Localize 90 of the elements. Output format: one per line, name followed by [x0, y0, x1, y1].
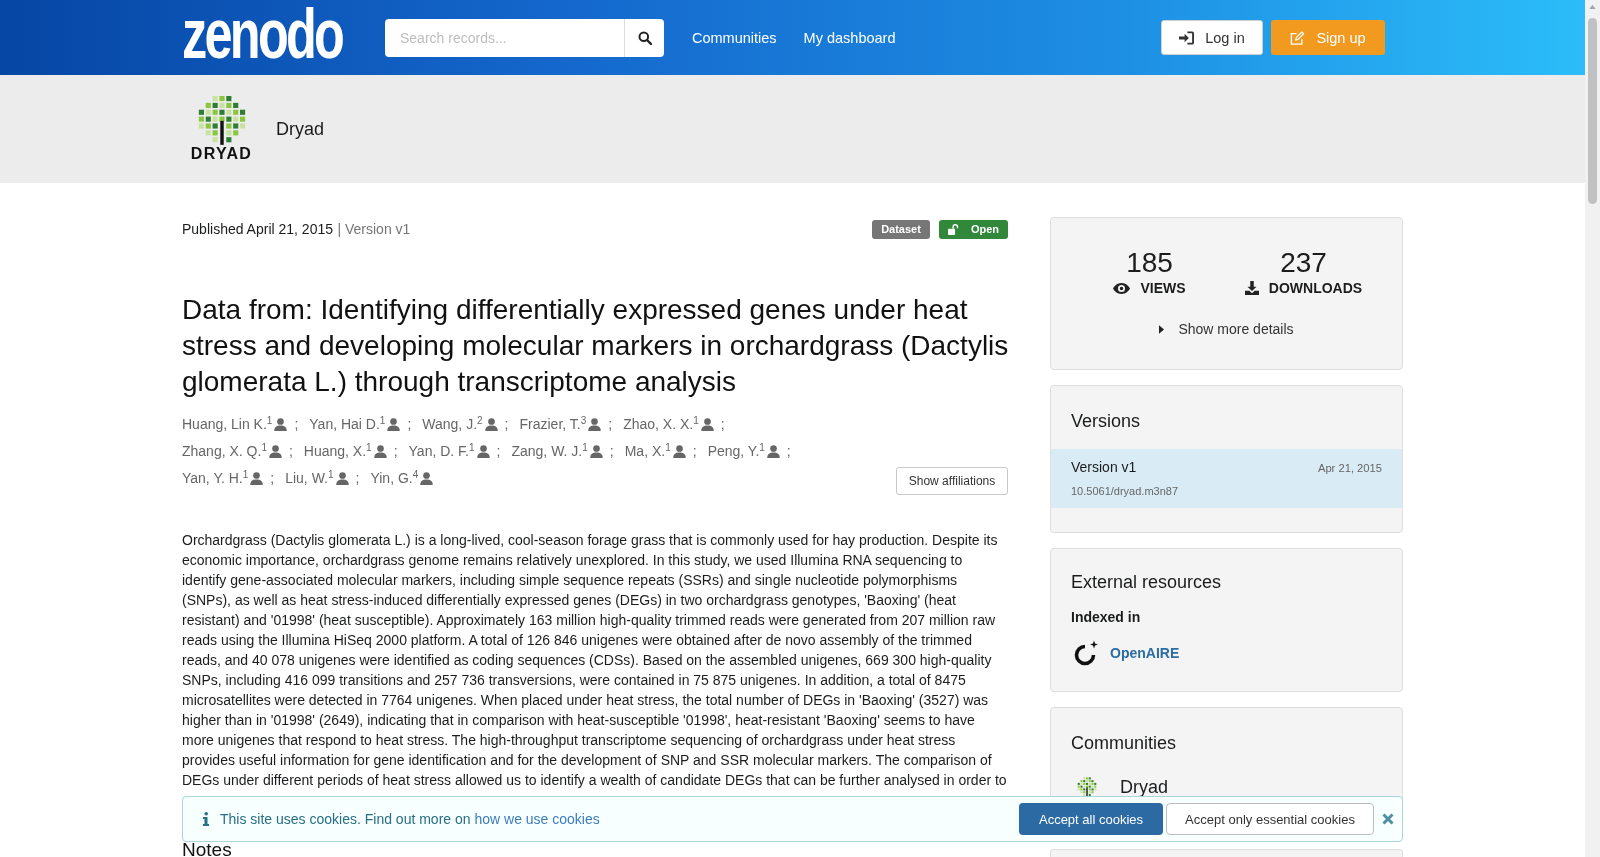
author-name: Zhao, X. X.$^{1}$ — [623, 414, 699, 434]
record-title: Data from: Identifying differentially expressed genes under heat stress and developing molecular markers in orchardgrass (Dactylis glomerata L.) through transcriptome analysis — [182, 293, 1010, 399]
author-name: Zhang, X. Q.$^{1}$ — [182, 441, 267, 461]
author-separator: ; — [393, 442, 398, 461]
cookie-policy-link[interactable]: how we use cookies — [474, 811, 600, 827]
author-name: Peng, Y.$^{1}$ — [707, 441, 765, 461]
person-icon[interactable] — [420, 471, 434, 485]
author-name: Frazier, T.$^{3}$ — [519, 414, 587, 434]
accept-essential-button[interactable]: Accept only essential cookies — [1166, 803, 1374, 835]
close-icon — [1382, 813, 1394, 825]
author-separator: ; — [288, 442, 293, 461]
author-name: Zang, W. J.$^{1}$ — [511, 441, 588, 461]
author-name: Ma, X.$^{1}$ — [624, 441, 671, 461]
show-more-details-toggle[interactable]: Show more details — [1159, 319, 1294, 339]
scrollbar[interactable] — [1585, 0, 1600, 857]
logo-wordmark[interactable]: zenodo — [182, 6, 343, 61]
download-icon — [1244, 281, 1259, 295]
person-icon[interactable] — [274, 417, 288, 431]
author-separator: ; — [407, 415, 412, 434]
author-separator: ; — [504, 415, 509, 434]
person-icon[interactable] — [766, 444, 780, 458]
accept-all-button[interactable]: Accept all cookies — [1019, 803, 1163, 835]
person-icon[interactable] — [268, 444, 282, 458]
community-name[interactable]: Dryad — [276, 118, 324, 140]
author-name: Yin, G.$^{4}$ — [370, 468, 419, 488]
publication-date: Published April 21, 2015 — [182, 221, 333, 237]
stat-value: 237 — [1279, 247, 1328, 279]
stat-label: DOWNLOADS — [1268, 279, 1363, 297]
close-button[interactable] — [1382, 813, 1394, 825]
author-separator: ; — [608, 415, 613, 434]
nav-link[interactable]: My dashboard — [803, 29, 896, 46]
person-icon[interactable] — [335, 471, 349, 485]
version-label: Version v1 — [1071, 458, 1137, 476]
edit-icon — [1290, 30, 1306, 45]
stat-value: 185 — [1125, 247, 1174, 279]
person-icon[interactable] — [588, 417, 602, 431]
access-label: Open — [970, 223, 999, 235]
author-name: Liu, W.$^{1}$ — [285, 468, 334, 488]
logo-text: DRYAD — [190, 145, 253, 163]
person-icon[interactable] — [387, 417, 401, 431]
author-separator: ; — [294, 415, 299, 434]
section-heading: Notes — [182, 843, 233, 857]
author-separator: ; — [609, 442, 614, 461]
scrollbar-thumb[interactable] — [1588, 18, 1597, 204]
author-name: Yan, Hai D.$^{1}$ — [309, 414, 386, 434]
card-heading: Versions — [1070, 410, 1142, 433]
stat-label: VIEWS — [1140, 279, 1186, 297]
author-separator: ; — [270, 469, 275, 488]
search-button[interactable] — [624, 18, 664, 57]
card-heading: Communities — [1070, 732, 1178, 755]
version-item[interactable]: Version v1 Apr 21, 2015 10.5061/dryad.m3n87 — [1051, 449, 1402, 508]
nav-link[interactable]: Communities — [692, 29, 777, 46]
tree-icon — [197, 95, 246, 145]
person-icon[interactable] — [476, 444, 490, 458]
resource-type-badge: Dataset — [872, 219, 930, 239]
version-doi: 10.5061/dryad.m3n87 — [1071, 484, 1179, 498]
sign-in-icon — [1179, 30, 1195, 45]
person-icon[interactable] — [250, 471, 264, 485]
person-icon[interactable] — [373, 444, 387, 458]
author-separator: ; — [720, 415, 725, 434]
author-name: Yan, Y. H.$^{1}$ — [182, 468, 249, 488]
version-date: Apr 21, 2015 — [1317, 462, 1382, 474]
author-separator: ; — [692, 442, 697, 461]
tree-icon — [1077, 777, 1097, 797]
author-separator: ; — [786, 442, 791, 461]
ring-icon — [1073, 640, 1099, 666]
search-icon — [637, 30, 652, 45]
person-icon[interactable] — [700, 417, 714, 431]
person-icon[interactable] — [589, 444, 603, 458]
resource-link[interactable]: OpenAIRE — [1110, 645, 1180, 661]
community-link[interactable]: Dryad — [1077, 775, 1382, 799]
login-button[interactable]: Log in — [1161, 20, 1263, 55]
author-name: Huang, X.$^{1}$ — [303, 441, 372, 461]
version-text: | Version v1 — [337, 221, 411, 237]
author-name: Yan, D. F.$^{1}$ — [408, 441, 475, 461]
author-separator: ; — [355, 469, 360, 488]
author-separator: ; — [496, 442, 501, 461]
person-icon[interactable] — [484, 417, 498, 431]
unlocked-padlock-icon — [947, 223, 959, 235]
show-affiliations-button[interactable]: Show affiliations — [896, 467, 1008, 495]
info-icon — [203, 812, 209, 826]
eye-icon — [1113, 282, 1131, 294]
author-name: Wang, J.$^{2}$ — [422, 414, 483, 434]
person-icon[interactable] — [672, 444, 686, 458]
cookie-message: This site uses cookies. Find out more on how we use cookies — [220, 811, 600, 827]
search-field[interactable]: Search records... — [385, 18, 624, 57]
card-subheading: Indexed in — [1070, 608, 1142, 626]
card-heading: External resources — [1070, 571, 1223, 594]
author-name: Huang, Lin K.$^{1}$ — [182, 414, 273, 434]
abstract-text: Orchardgrass (Dactylis glomerata L.) is a long-lived, cool-season forage grass that is commonly used for hay production. Despite its economic importance, orchardgrass genome remains relatively unexplored. In this study, we used Illumina RNA sequencing to identify gene-associated molecular markers, including simple sequence repeats (SSRs) and single nucleotide polymorphisms (SNPs), as well as heat stress-induced differentially expressed genes (DEGs) in two orchardgrass genotypes, 'Baoxing' (heat resistant) and '01998' (heat susceptible). Approximately 163 million high-quality trimmed reads were generated from 207 million raw reads using the Illumina HiSeq 2000 platform. A total of 126 846 unigenes were obtained after de novo assembly of the trimmed reads, and 40 078 unigenes were identified as coding sequences (CDSs). Based on the assembled unigenes, 669 300 high-quality SNPs, including 416 099 transitions and 257 736 transversions, were contained in 75 875 unigenes. In addition, a total of 8475 microsatellites were detected in 7764 unigenes. When placed under heat stress, the total number of DEGs in 'Baoxing' (3527) was higher than in '01998' (2649), indicating that in comparison with heat-susceptible '01998', heat-resistant 'Baoxing' seems to have more unigenes that respond to heat stress. The high-throughput transcriptome sequencing of orchardgrass under heat stress provides useful information for gene identification and for the development of SNP and SSR molecular markers. The comparison of DEGs under different periods of heat stress allowed us to identify a wealth of candidate DEGs that can be further analysed in order to — [182, 531, 1008, 790]
